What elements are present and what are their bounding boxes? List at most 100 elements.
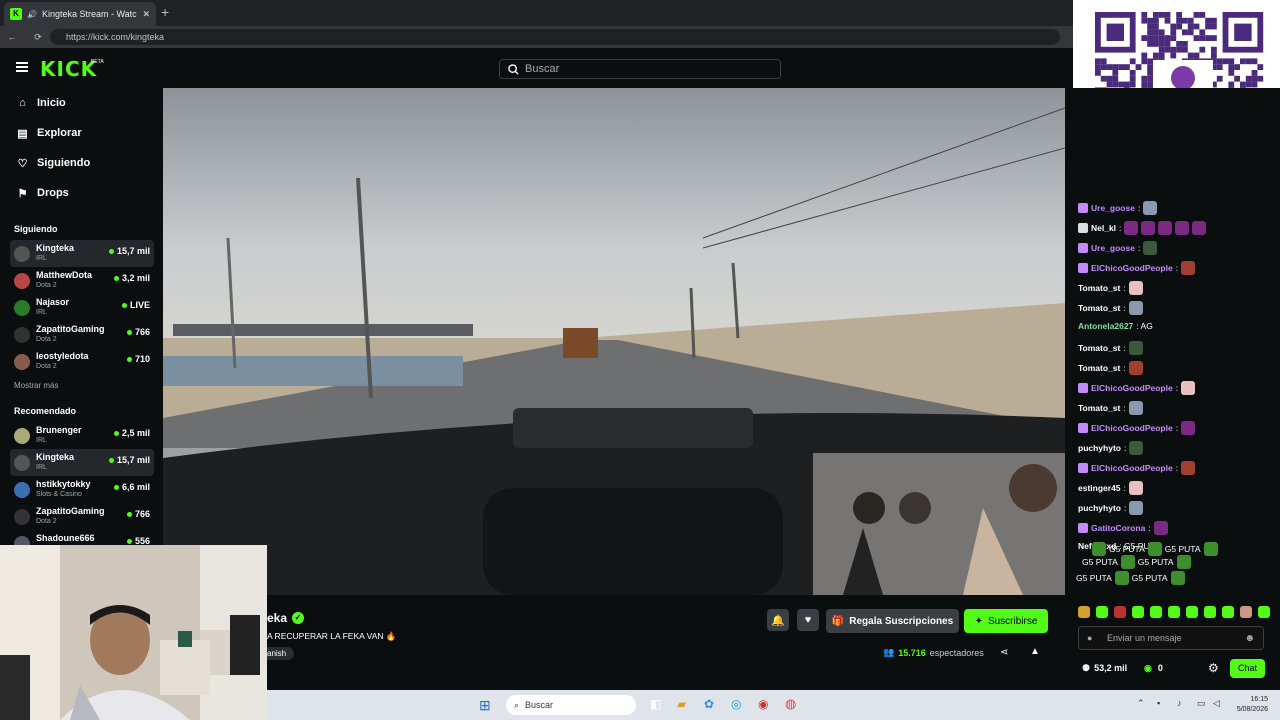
kicks-balance[interactable]: ◉ 0 — [1144, 663, 1163, 674]
nav-inicio[interactable]: ⌂ Inicio — [0, 88, 162, 118]
chat-username[interactable]: estinger45 — [1078, 483, 1121, 493]
search-input[interactable]: Buscar — [499, 59, 781, 79]
search-icon: ⌕ — [514, 699, 520, 710]
display-icon[interactable]: ▭ — [1197, 698, 1206, 709]
file-explorer-icon[interactable]: ▰ — [677, 697, 686, 711]
back-icon[interactable]: ← — [6, 32, 18, 42]
chat-username[interactable]: ElChicoGoodPeople — [1091, 263, 1173, 273]
emote-icon[interactable] — [1204, 606, 1216, 618]
emote-icon[interactable] — [1078, 606, 1090, 618]
show-more-link[interactable]: Mostrar más — [0, 375, 162, 396]
qr-module — [1129, 70, 1136, 76]
sidebar-channel-najasor[interactable]: Najasor IRL LIVE — [10, 294, 154, 321]
qr-module — [1176, 23, 1182, 30]
menu-icon[interactable] — [16, 62, 28, 72]
edge-icon[interactable]: ◎ — [731, 697, 741, 711]
emote-icon[interactable] — [1222, 606, 1234, 618]
chat-spam-line: G5 PUTA G5 PUTA — [1076, 571, 1185, 585]
volume-icon[interactable]: ◁ — [1213, 698, 1220, 709]
tray-chevron-icon[interactable]: ⌃ — [1137, 698, 1145, 709]
chat-username[interactable]: puchyhyto — [1078, 443, 1121, 453]
emote-icon[interactable] — [1114, 606, 1126, 618]
taskbar-search[interactable]: ⌕ Buscar — [506, 695, 636, 715]
chat-input[interactable]: Enviar un mensaje ● ☻ — [1078, 626, 1264, 650]
chat-send-button[interactable]: Chat — [1230, 659, 1265, 678]
emote-icon[interactable] — [1096, 606, 1108, 618]
tray-app-icon[interactable]: ▪ — [1157, 698, 1160, 708]
obs-icon[interactable]: ◉ — [758, 697, 768, 711]
qr-module — [1095, 58, 1101, 65]
chat-username[interactable]: Tomato_st — [1078, 403, 1120, 413]
gear-icon[interactable]: ⚙ — [1208, 661, 1219, 675]
nav-drops[interactable]: ⚑ Drops — [0, 178, 162, 208]
sidebar-channel-matthewdota[interactable]: MatthewDota Dota 2 3,2 mil — [10, 267, 154, 294]
search-icon — [508, 63, 519, 75]
emoji-icon[interactable]: ☻ — [1244, 633, 1255, 644]
task-view-icon[interactable]: ◧ — [650, 697, 661, 711]
emote-icon[interactable] — [1186, 606, 1198, 618]
chat-username[interactable]: Antonela2627 — [1078, 321, 1133, 331]
sidebar-channel-kingteka-rec[interactable]: Kingteka IRL 15,7 mil — [10, 449, 154, 476]
sidebar-channel-leostyledota[interactable]: leostyledota Dota 2 710 — [10, 348, 154, 375]
url-field[interactable]: https://kick.com/kingteka — [50, 29, 1060, 45]
qr-module — [1228, 70, 1235, 76]
chat-text: : — [1148, 523, 1151, 533]
chat-username[interactable]: Nel_kl — [1091, 223, 1116, 233]
qr-module — [1245, 81, 1252, 88]
chat-username[interactable]: Tomato_st — [1078, 363, 1120, 373]
sidebar-channel-brunenger[interactable]: Brunenger IRL 2,5 mil — [10, 422, 154, 449]
reload-icon[interactable]: ⟳ — [32, 32, 44, 43]
nav-siguiendo[interactable]: ♡ Siguiendo — [0, 148, 162, 178]
notifications-button[interactable]: 🔔 — [767, 609, 789, 631]
nav-explorar[interactable]: ▤ Explorar — [0, 118, 162, 148]
kicks-icon: ◉ — [1144, 663, 1152, 673]
chat-username[interactable]: Tomato_st — [1078, 303, 1120, 313]
emote-icon[interactable] — [1168, 606, 1180, 618]
windows-start-icon[interactable]: ⊞ — [479, 697, 491, 714]
emote-icon[interactable] — [1150, 606, 1162, 618]
chat-username[interactable]: puchyhyto — [1078, 503, 1121, 513]
chat-username[interactable]: Ure_goose — [1091, 203, 1135, 213]
chat-username[interactable]: ElChicoGoodPeople — [1091, 463, 1173, 473]
emote-icon — [1128, 281, 1143, 295]
chrome-icon[interactable]: ◍ — [785, 696, 796, 712]
chat-username[interactable]: GatitoCorona — [1091, 523, 1145, 533]
emote-icon[interactable] — [1240, 606, 1252, 618]
qr-module — [1147, 17, 1153, 24]
video-player[interactable] — [163, 88, 1065, 595]
follow-button[interactable]: ♥ — [797, 609, 819, 631]
chat-text: : — [1123, 503, 1127, 513]
channel-points[interactable]: ⚉ 53,2 mil — [1082, 663, 1127, 674]
sidebar-channel-kingteka[interactable]: Kingteka IRL 15,7 mil — [10, 240, 154, 267]
chat-username[interactable]: Ure_goose — [1091, 243, 1135, 253]
browser-tab[interactable]: K 🔊 Kingteka Stream - Watch Live ✕ — [4, 2, 156, 26]
sidebar-channel-zapatitogaming-rec[interactable]: ZapatitoGaming Dota 2 766 — [10, 503, 154, 530]
qr-module — [1240, 58, 1246, 65]
qr-module — [1187, 52, 1194, 59]
gift-subs-button[interactable]: 🎁 Regala Suscripciones — [826, 609, 959, 633]
sidebar-channel-hstikkytokky[interactable]: hstikkytokky Slots & Casino 6,6 mil — [10, 476, 154, 503]
qr-module — [1199, 29, 1206, 36]
report-icon[interactable]: ▲ — [1030, 646, 1040, 657]
copilot-icon[interactable]: ✿ — [704, 697, 714, 711]
sidebar-channel-zapatitogaming[interactable]: ZapatitoGaming Dota 2 766 — [10, 321, 154, 348]
new-tab-icon[interactable]: + — [161, 4, 169, 20]
chat-username[interactable]: Tomato_st — [1078, 283, 1120, 293]
chat-username[interactable]: ElChicoGoodPeople — [1091, 383, 1173, 393]
subscribe-button[interactable]: ✦ Suscribirse — [964, 609, 1048, 633]
qr-module — [1147, 23, 1153, 30]
system-clock[interactable]: 16:15 5/08/2026 — [1237, 695, 1268, 715]
streamer-name[interactable]: eka ✓ — [267, 611, 305, 625]
chat-username[interactable]: ElChicoGoodPeople — [1091, 423, 1173, 433]
close-tab-icon[interactable]: ✕ — [142, 9, 150, 20]
qr-module — [1182, 17, 1188, 24]
share-icon[interactable]: ⋖ — [1000, 647, 1008, 658]
microphone-icon[interactable]: ♪ — [1177, 698, 1182, 708]
sidebar: ⌂ Inicio ▤ Explorar ♡ Siguiendo ⚑ Drops Sigu… — [0, 88, 162, 552]
chat-username[interactable]: Tomato_st — [1078, 343, 1120, 353]
kick-logo[interactable]: KICK — [40, 57, 97, 81]
qr-module — [1147, 70, 1153, 76]
emote-icon[interactable] — [1132, 606, 1144, 618]
qr-module — [1164, 17, 1171, 24]
emote-icon[interactable] — [1258, 606, 1270, 618]
